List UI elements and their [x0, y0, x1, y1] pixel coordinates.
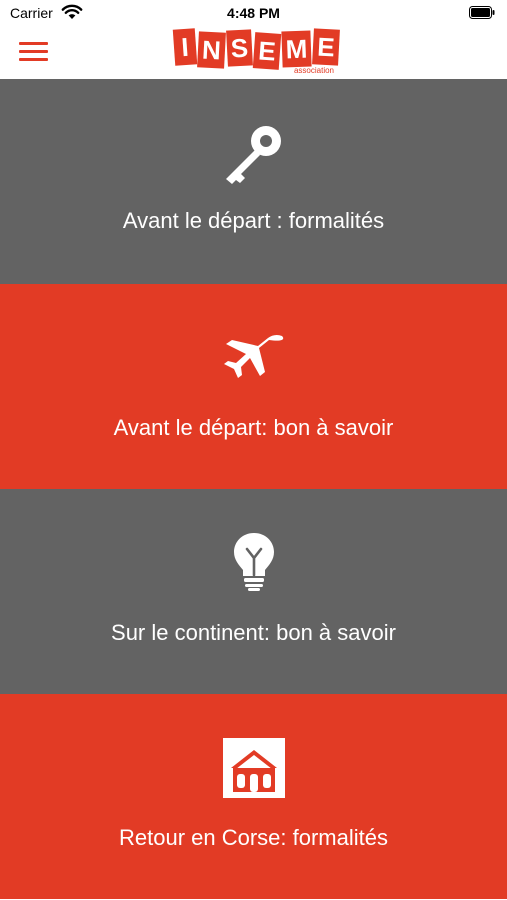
battery-icon [469, 6, 495, 19]
logo-letter: N [197, 31, 226, 69]
tile-label: Retour en Corse: formalités [119, 825, 388, 850]
logo-letter: E [312, 28, 340, 66]
logo-wordmark: I N S E M E [172, 28, 340, 70]
tile-retour-en-corse[interactable]: Retour en Corse: formalités [0, 694, 507, 899]
logo-letter: S [226, 29, 253, 67]
navigation-bar: I N S E M E association [0, 26, 507, 79]
inseme-logo: I N S E M E association [172, 28, 340, 77]
tile-label: Avant le départ: bon à savoir [113, 415, 394, 440]
lightbulb-icon [233, 533, 274, 591]
tile-label: Sur le continent: bon à savoir [111, 620, 396, 645]
tile-avant-depart-bon-a-savoir[interactable]: Avant le départ: bon à savoir [0, 284, 507, 489]
airplane-icon [223, 334, 283, 378]
tile-avant-depart-formalites[interactable]: Avant le départ : formalités [0, 79, 507, 284]
hamburger-menu-icon[interactable] [19, 40, 48, 64]
logo-letter: E [252, 32, 282, 70]
logo-letter: M [281, 30, 312, 68]
logo-subtitle: association [293, 66, 334, 75]
tile-sur-le-continent[interactable]: Sur le continent: bon à savoir [0, 489, 507, 694]
status-bar: Carrier 4:48 PM [0, 0, 507, 26]
house-icon [222, 738, 285, 798]
logo-letter: I [172, 28, 198, 66]
status-time: 4:48 PM [227, 5, 280, 21]
key-icon [225, 126, 281, 184]
tile-label: Avant le départ : formalités [122, 208, 385, 233]
